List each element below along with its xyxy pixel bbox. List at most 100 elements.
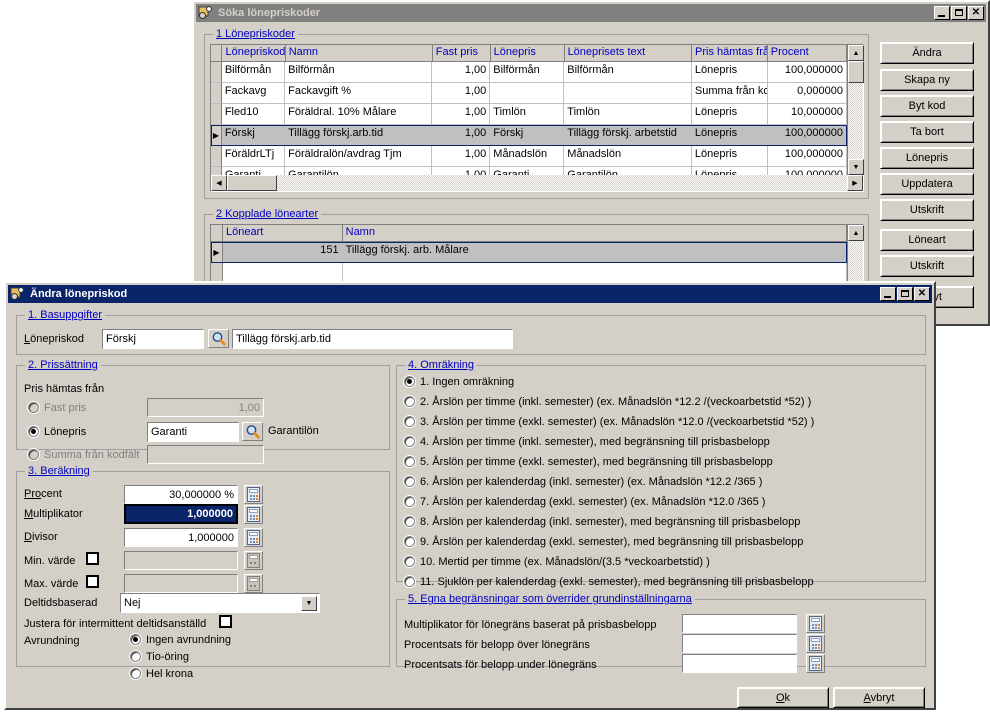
calculator-icon-lonegrans-3[interactable] (806, 654, 825, 673)
calculator-icon-lonegrans-1[interactable] (806, 614, 825, 633)
col-lonepris[interactable]: Lönepris (490, 45, 565, 62)
loneart-button[interactable]: Löneart (880, 229, 974, 251)
cell-namn: Bilförmån (285, 62, 433, 83)
fast-pris-value: 1,00 (238, 401, 260, 414)
scroll-track-h[interactable] (227, 175, 847, 191)
cancel-button[interactable]: Avbryt (833, 687, 925, 708)
lonepriskod-input[interactable]: Förskj (102, 329, 204, 349)
deltidsbaserad-select[interactable]: Nej ▼ (120, 593, 320, 613)
grid-corner-2 (211, 225, 223, 242)
lonepriskod-description-input[interactable]: Tillägg förskj.arb.tid (232, 329, 513, 349)
close-icon[interactable]: ✕ (914, 287, 930, 301)
procentsats-over-input[interactable] (682, 634, 797, 653)
kopplade-lonearter-grid[interactable]: Löneart Namn ▶ 151 Tillägg förskj. arb. … (210, 224, 864, 286)
grid1-vertical-scrollbar[interactable]: ▲ ▼ (847, 45, 864, 175)
utskrift-button-2[interactable]: Utskrift (880, 255, 974, 277)
lonepriskoder-grid[interactable]: Lönepriskod Namn Fast pris Lönepris Löne… (210, 44, 864, 192)
procentsats-under-input[interactable] (682, 654, 797, 673)
edit-dialog-titlebar[interactable]: Ändra lönepriskod ✕ (8, 285, 932, 303)
radio-omrakning-9[interactable]: 9. Årslön per kalenderdag (exkl. semeste… (404, 535, 803, 549)
col-lonepriset-text[interactable]: Löneprisets text (564, 45, 693, 62)
radio-omrakning-10[interactable]: 10. Mertid per timme (ex. Månadslön/(3.5… (404, 555, 710, 569)
radio-hel-krona[interactable]: Hel krona (130, 667, 193, 681)
table-row-selected[interactable]: ▶ 151 Tillägg förskj. arb. Målare (211, 242, 847, 263)
justera-intermittent-checkbox[interactable] (219, 615, 232, 628)
col-loneart[interactable]: Löneart (222, 225, 343, 242)
lonepriskod-description-value: Tillägg förskj.arb.tid (236, 333, 331, 345)
calculator-icon-max-varde[interactable] (244, 574, 263, 593)
chevron-down-icon[interactable]: ▼ (301, 596, 317, 611)
col-loneart-namn[interactable]: Namn (342, 225, 847, 242)
radio-omrakning-11[interactable]: 11. Sjuklön per kalenderdag (exkl. semes… (404, 575, 814, 589)
radio-fast-pris[interactable]: Fast pris (28, 401, 86, 415)
skapa-ny-button[interactable]: Skapa ny (880, 69, 974, 91)
radio-omrakning-5[interactable]: 5. Årslön per timme (exkl. semester), me… (404, 455, 773, 469)
minimize-icon[interactable] (880, 287, 896, 301)
radio-omrakning-1[interactable]: 1. Ingen omräkning (404, 375, 514, 389)
cell-procent: 10,000000 (767, 104, 847, 125)
radio-omrakning-3[interactable]: 3. Årslön per timme (exkl. semester) (ex… (404, 415, 814, 429)
byt-kod-button[interactable]: Byt kod (880, 95, 974, 117)
scroll-thumb-h[interactable] (227, 175, 277, 191)
calculator-icon-lonegrans-2[interactable] (806, 634, 825, 653)
radio-ingen-avrundning[interactable]: Ingen avrundning (130, 633, 231, 647)
calc-key-orange (818, 624, 820, 626)
table-row[interactable]: Fackavg Fackavgift % 1,00 Summa från kod… (211, 83, 847, 104)
radio-omrakning-7[interactable]: 7. Årslön per kalenderdag (exkl. semeste… (404, 495, 765, 509)
table-row-selected[interactable]: ▶ Förskj Tillägg förskj.arb.tid 1,00 För… (211, 125, 847, 146)
radio-omrakning-8[interactable]: 8. Årslön per kalenderdag (inkl. semeste… (404, 515, 800, 529)
radio-lonepris[interactable]: Lönepris (28, 425, 86, 439)
utskrift-button-1[interactable]: Utskrift (880, 199, 974, 221)
search-window[interactable]: Söka lönepriskoder ✕ 1 Lönepriskoder Lön… (192, 0, 990, 326)
scroll-left-icon[interactable]: ◀ (211, 175, 227, 191)
radio-omrakning-2[interactable]: 2. Årslön per timme (inkl. semester) (ex… (404, 395, 811, 409)
edit-dialog[interactable]: Ändra lönepriskod ✕ 1. Basuppgifter Löne… (4, 281, 936, 710)
max-varde-checkbox[interactable] (86, 575, 99, 588)
radio-summa-fran-kodfalt[interactable]: Summa från kodfält (28, 448, 139, 462)
col-lonepriskod[interactable]: Lönepriskod (222, 45, 286, 62)
radio-omrakning-4[interactable]: 4. Årslön per timme (inkl. semester), me… (404, 435, 770, 449)
min-varde-checkbox[interactable] (86, 552, 99, 565)
ta-bort-button[interactable]: Ta bort (880, 121, 974, 143)
multiplikator-input[interactable]: 1,000000 (124, 504, 238, 524)
radio-tio-oring[interactable]: Tio-öring (130, 650, 189, 664)
divisor-input[interactable]: 1,000000 (124, 528, 238, 547)
multiplikator-lonegrans-input[interactable] (682, 614, 797, 633)
scroll-right-icon[interactable]: ▶ (847, 175, 863, 191)
andra-button-label: Ändra (912, 47, 942, 59)
andra-button[interactable]: Ändra (880, 42, 974, 64)
magnifier-icon[interactable] (208, 329, 229, 348)
calculator-icon-divisor[interactable] (244, 528, 263, 547)
table-row[interactable]: FöräldrLTj Föräldralön/avdrag Tjm 1,00 M… (211, 146, 847, 167)
scroll-up-icon[interactable]: ▲ (848, 225, 864, 241)
lonepris-input[interactable]: Garanti (147, 422, 239, 442)
scroll-thumb[interactable] (848, 61, 864, 83)
lonepris-button[interactable]: Lönepris (880, 147, 974, 169)
radio-omrakning-6[interactable]: 6. Årslön per kalenderdag (inkl. semeste… (404, 475, 762, 489)
procent-input[interactable]: 30,000000 % (124, 485, 238, 504)
scroll-up-icon[interactable]: ▲ (848, 45, 864, 61)
grid1-horizontal-scrollbar[interactable]: ◀ ▶ (211, 175, 863, 191)
radio-omrakning-1-label: 1. Ingen omräkning (420, 376, 515, 388)
calculator-icon-min-varde[interactable] (244, 551, 263, 570)
magnifier-icon-lonepris[interactable] (242, 422, 263, 441)
table-row[interactable]: Garanti Garantilön 1,00 Garanti Garantil… (211, 167, 847, 175)
scroll-track[interactable] (848, 241, 863, 285)
grid2-vertical-scrollbar[interactable]: ▲ (847, 225, 864, 285)
maximize-icon[interactable] (897, 287, 913, 301)
table-row[interactable]: Fled10 Föräldral. 10% Målare 1,00 Timlön… (211, 104, 847, 125)
calculator-icon-procent[interactable] (244, 485, 263, 504)
ok-button[interactable]: Ok (737, 687, 829, 708)
col-fast-pris[interactable]: Fast pris (432, 45, 491, 62)
uppdatera-button[interactable]: Uppdatera (880, 173, 974, 195)
calculator-icon-multiplikator[interactable] (244, 505, 263, 524)
maximize-icon[interactable] (951, 6, 967, 20)
col-namn[interactable]: Namn (285, 45, 433, 62)
minimize-icon[interactable] (934, 6, 950, 20)
col-pris-hamtas-fran[interactable]: Pris hämtas från (692, 45, 768, 62)
close-icon[interactable]: ✕ (968, 6, 984, 20)
search-window-titlebar[interactable]: Söka lönepriskoder ✕ (196, 4, 986, 22)
col-procent[interactable]: Procent (767, 45, 847, 62)
scroll-down-icon[interactable]: ▼ (848, 159, 864, 175)
table-row[interactable]: Bilförmån Bilförmån 1,00 Bilförmån Bilfö… (211, 62, 847, 83)
